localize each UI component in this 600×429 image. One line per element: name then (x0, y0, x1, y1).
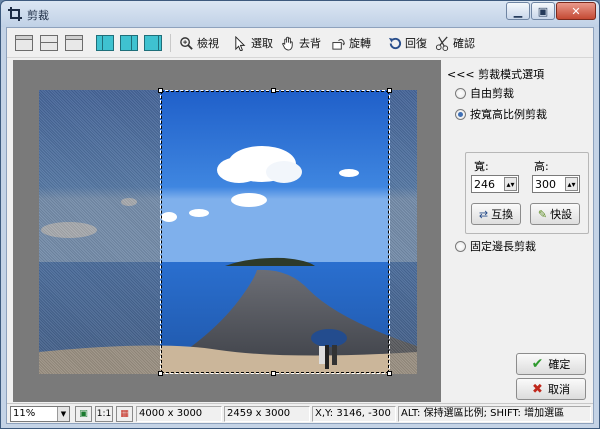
ok-button[interactable]: ✔ 確定 (516, 353, 586, 375)
undo-icon (388, 37, 402, 49)
actual-size-label: 1:1 (96, 409, 112, 419)
crop-handle-top-right[interactable] (387, 88, 392, 93)
toolbar-separator (170, 34, 171, 52)
mode-free-label: 自由剪裁 (470, 87, 514, 100)
layout-5-icon[interactable] (120, 35, 138, 51)
cancel-x-icon: ✖ (532, 381, 543, 397)
select-button[interactable]: 選取 (233, 33, 273, 53)
minimize-icon: ▁ (513, 4, 523, 18)
image-size: 4000 x 3000 (136, 406, 222, 422)
cursor-coords: X,Y: 3146, -300 (312, 406, 396, 422)
view-button[interactable]: 檢視 (179, 33, 219, 53)
check-icon: ✔ (531, 356, 544, 372)
maximize-icon: ▣ (537, 4, 549, 18)
mode-ratio-label: 按寬高比例剪裁 (470, 108, 547, 121)
swap-label: 互換 (491, 208, 514, 221)
layout-2-icon[interactable] (40, 35, 58, 51)
image-canvas[interactable] (13, 60, 441, 402)
crop-selection[interactable] (158, 88, 392, 376)
pointer-icon (235, 35, 246, 51)
rotate-label: 旋轉 (349, 37, 371, 50)
toolbar: 檢視 選取 去背 旋轉 回復 確認 (7, 28, 593, 58)
fit-window-button[interactable]: ▣ (75, 406, 92, 422)
hand-icon (282, 36, 293, 51)
ratio-settings-group: 寬: 高: 246 ▴▾ 300 ▴▾ ⇄ 互換 ✎ 快設 (465, 152, 589, 234)
mode-fixed-label: 固定邊長剪裁 (470, 240, 536, 253)
layout-4-icon[interactable] (96, 35, 114, 51)
width-label: 寬: (474, 160, 489, 173)
crop-size: 2459 x 3000 (224, 406, 310, 422)
crop-handle-top[interactable] (271, 88, 276, 93)
select-label: 選取 (251, 37, 273, 50)
fit-window-icon: ▣ (79, 409, 88, 419)
swap-icon: ⇄ (478, 207, 489, 221)
layout-3-icon[interactable] (65, 35, 83, 51)
actual-size-button[interactable]: 1:1 (95, 406, 113, 422)
layout-1-icon[interactable] (15, 35, 33, 51)
height-label: 高: (534, 160, 549, 173)
radio-free[interactable] (455, 87, 466, 99)
crop-handle-bottom[interactable] (271, 371, 276, 376)
color-grid-icon: ▦ (120, 409, 129, 419)
chevron-down-icon[interactable]: ▼ (57, 407, 69, 421)
width-input[interactable]: 246 ▴▾ (471, 175, 519, 193)
quick-set-label: 快設 (550, 208, 573, 221)
remove-background-label: 去背 (299, 37, 321, 50)
crop-icon (8, 7, 22, 21)
cancel-button[interactable]: ✖ 取消 (516, 378, 586, 400)
zoom-select[interactable]: 11% ▼ (10, 406, 70, 422)
mode-free-radio[interactable]: 自由剪裁 (455, 85, 514, 101)
remove-background-button[interactable]: 去背 (281, 33, 321, 53)
mode-fixed-radio[interactable]: 固定邊長剪裁 (455, 238, 536, 254)
close-button[interactable]: ✕ (556, 2, 596, 20)
view-label: 檢視 (197, 37, 219, 50)
zoom-value: 11% (13, 408, 36, 419)
scissors-icon (435, 36, 449, 51)
crop-handle-bottom-right[interactable] (387, 371, 392, 376)
maximize-button[interactable]: ▣ (531, 2, 555, 20)
crop-handle-bottom-left[interactable] (158, 371, 163, 376)
crop-options-panel: <<< 剪裁模式選項 自由剪裁 按寬高比例剪裁 寬: 高: 246 ▴▾ 300… (445, 60, 591, 390)
height-spinner-icon[interactable]: ▴▾ (565, 177, 578, 191)
window-title: 剪裁 (27, 9, 49, 22)
crop-mask-left (39, 90, 160, 374)
rotate-button[interactable]: 旋轉 (331, 33, 371, 53)
color-grid-button[interactable]: ▦ (116, 406, 133, 422)
crop-mode-title: <<< 剪裁模式選項 (447, 68, 545, 81)
close-icon: ✕ (571, 4, 581, 18)
rotate-icon (332, 38, 346, 50)
width-value: 246 (474, 177, 495, 191)
crop-handle-top-left[interactable] (158, 88, 163, 93)
title-bar[interactable]: 剪裁 ▁ ▣ ✕ (1, 1, 599, 27)
dialog-body: 檢視 選取 去背 旋轉 回復 確認 <<< 剪裁模式選項 自由剪裁 按寬高比例剪… (6, 27, 594, 424)
restore-label: 回復 (405, 37, 427, 50)
radio-ratio[interactable] (455, 108, 466, 120)
mode-ratio-radio[interactable]: 按寬高比例剪裁 (455, 106, 547, 122)
status-bar: 11% ▼ ▣ 1:1 ▦ 4000 x 3000 2459 x 3000 X,… (7, 403, 593, 423)
restore-button[interactable]: 回復 (387, 33, 427, 53)
radio-fixed[interactable] (455, 240, 466, 252)
minimize-button[interactable]: ▁ (506, 2, 530, 20)
swap-button[interactable]: ⇄ 互換 (471, 203, 521, 225)
keyboard-hint: ALT: 保持選區比例; SHIFT: 增加選區 (398, 406, 591, 422)
height-value: 300 (535, 177, 556, 191)
crop-dialog-window: 剪裁 ▁ ▣ ✕ 檢視 選取 去背 旋轉 回復 確認 <<< 剪裁模式選項 自由… (0, 0, 600, 429)
magnifier-icon (180, 36, 193, 50)
crop-mask-right (390, 90, 417, 374)
cancel-label: 取消 (547, 383, 570, 396)
width-spinner-icon[interactable]: ▴▾ (504, 177, 517, 191)
height-input[interactable]: 300 ▴▾ (532, 175, 580, 193)
quick-set-button[interactable]: ✎ 快設 (530, 203, 580, 225)
layout-6-icon[interactable] (144, 35, 162, 51)
brush-icon: ✎ (537, 207, 548, 221)
confirm-button[interactable]: 確認 (435, 33, 475, 53)
ok-label: 確定 (548, 358, 571, 371)
confirm-label: 確認 (453, 37, 475, 50)
